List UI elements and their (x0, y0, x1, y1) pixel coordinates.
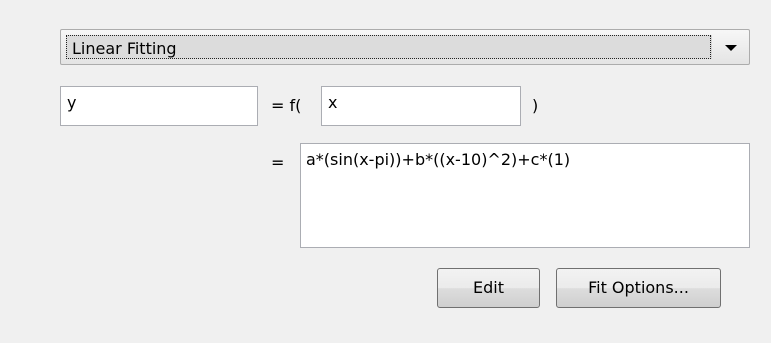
fit-type-focus-box: Linear Fitting (66, 35, 711, 59)
input-variable-field[interactable]: x (321, 86, 521, 126)
fit-type-selected-value: Linear Fitting (72, 39, 177, 58)
close-paren-label: ) (532, 96, 539, 115)
dropdown-separator (711, 35, 712, 59)
equals-function-label: = f( (271, 96, 302, 115)
chevron-down-icon[interactable] (725, 45, 737, 51)
edit-button[interactable]: Edit (437, 268, 540, 308)
expression-field[interactable]: a*(sin(x-pi))+b*((x-10)^2)+c*(1) (300, 143, 750, 248)
fit-type-dropdown[interactable]: Linear Fitting (60, 29, 750, 65)
output-variable-value: y (67, 93, 77, 112)
fit-equation-panel: Linear Fitting y = f( x ) = a*(sin(x-pi)… (0, 0, 771, 343)
equals-label: = (271, 153, 285, 172)
output-variable-field[interactable]: y (60, 86, 258, 126)
expression-value: a*(sin(x-pi))+b*((x-10)^2)+c*(1) (306, 150, 571, 169)
fit-options-button[interactable]: Fit Options... (556, 268, 721, 308)
input-variable-value: x (328, 93, 338, 112)
